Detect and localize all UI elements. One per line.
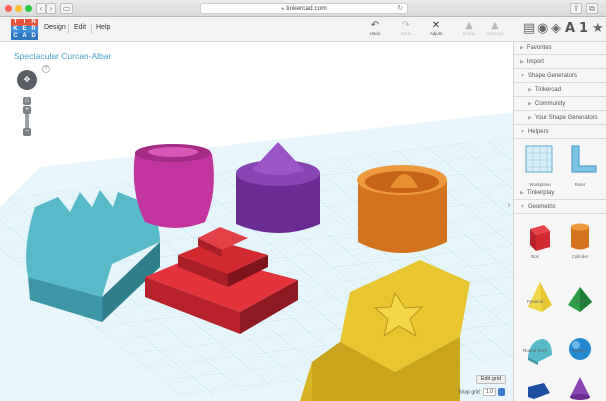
forward-button[interactable]: › <box>46 3 56 14</box>
expand-icon: ▶ <box>520 45 524 51</box>
zoom-window-button[interactable] <box>25 5 32 12</box>
redo-button[interactable]: ↷ Redo <box>395 20 417 36</box>
undo-icon: ↶ <box>370 20 380 31</box>
generator-tinkercad[interactable]: ▶ Tinkercad <box>514 84 606 97</box>
text-icon[interactable]: A <box>565 22 575 36</box>
browser-chrome: ‹ › ▭ ● tinkercad.com ↻ ⇪ ⧉ <box>0 0 606 17</box>
round-roof-label: Round Roof <box>522 348 548 353</box>
app-toolbar: T I N K E R C A D Design Edit Help ↶ Und… <box>0 17 606 42</box>
shapes-panel: ▶ Favorites ▶ Import ▼ Shape Generators ▶ Ti… <box>513 42 606 401</box>
collapse-panel-icon[interactable]: › <box>507 200 511 211</box>
collapse-icon: ▼ <box>520 129 525 135</box>
section-tinkerplay[interactable]: ▶ Tinkerplay <box>514 187 606 200</box>
box-icon[interactable]: ◈ <box>551 22 561 36</box>
ungroup-button[interactable]: ▲ Ungroup <box>484 20 506 36</box>
lock-icon: ● <box>281 6 285 12</box>
solid-icon[interactable]: ◉ <box>537 22 548 36</box>
menu-edit[interactable]: Edit <box>74 24 86 31</box>
back-button[interactable]: ‹ <box>36 3 46 14</box>
star-icon[interactable]: ★ <box>592 22 604 36</box>
group-button[interactable]: ▲ Group <box>458 20 480 36</box>
address-bar[interactable]: ● tinkercad.com ↻ <box>200 3 408 14</box>
pyramid-label: Pyramid <box>526 299 544 304</box>
expand-icon: ▶ <box>528 101 532 107</box>
workplane-canvas[interactable]: Spectacular Curcan-Albar ? ✥ ⌂ + − Edit … <box>0 42 513 401</box>
generator-community[interactable]: ▶ Community <box>514 98 606 111</box>
section-favorites[interactable]: ▶ Favorites <box>514 42 606 55</box>
generator-your-shape-generators[interactable]: ▶ Your Shape Generators <box>514 112 606 125</box>
expand-icon: ▶ <box>520 59 524 65</box>
dome-shape[interactable] <box>133 144 214 228</box>
redo-icon: ↷ <box>401 20 411 31</box>
close-window-button[interactable] <box>5 5 12 12</box>
section-shape-generators[interactable]: ▼ Shape Generators <box>514 70 606 83</box>
pyramid-shape-icon[interactable] <box>528 282 552 312</box>
orbit-control-icon[interactable]: ✥ <box>17 70 37 90</box>
snap-grid-control: Snap grid: 1.0 <box>458 387 505 396</box>
group-icon: ▲ <box>465 20 473 31</box>
home-view-button[interactable]: ⌂ <box>23 97 31 105</box>
workplane-helper-icon[interactable] <box>525 145 553 173</box>
section-import[interactable]: ▶ Import <box>514 56 606 69</box>
sidebar-toggle-button[interactable]: ▭ <box>60 3 73 14</box>
tabs-button[interactable]: ⧉ <box>586 3 598 14</box>
ruler-helper-icon[interactable] <box>571 145 597 173</box>
expand-icon: ▶ <box>520 190 524 196</box>
box-shape-icon[interactable] <box>530 225 550 251</box>
snap-grid-stepper[interactable] <box>498 387 505 396</box>
snap-grid-value[interactable]: 1.0 <box>483 388 496 396</box>
expand-icon: ▶ <box>528 87 532 93</box>
menu-design[interactable]: Design <box>44 24 66 31</box>
help-icon[interactable]: ? <box>42 65 50 73</box>
section-helpers[interactable]: ▼ Helpers <box>514 126 606 139</box>
zoom-in-button[interactable]: + <box>23 106 31 114</box>
ungroup-icon: ▲ <box>491 20 499 31</box>
cone-shape-icon[interactable] <box>570 377 590 400</box>
section-geometric[interactable]: ▼ Geometric <box>514 201 606 214</box>
adjust-icon: ✕ <box>431 20 441 31</box>
tinkercad-logo[interactable]: T I N K E R C A D <box>11 19 38 40</box>
collapse-icon: ▼ <box>520 204 525 210</box>
adjust-button[interactable]: ✕ Adjust <box>425 20 447 36</box>
url-text: tinkercad.com <box>286 5 327 12</box>
helpers-thumbnails <box>525 145 597 173</box>
roof-label: Roof <box>575 299 585 304</box>
design-title[interactable]: Spectacular Curcan-Albar <box>14 51 111 61</box>
box-label: Box <box>531 254 539 259</box>
geometric-shapes-grid <box>528 223 592 400</box>
cylinder-shape-icon[interactable] <box>571 223 589 250</box>
cylinder-label: Cylinder <box>571 254 589 259</box>
app-window: { "browser": { "url": "tinkercad.com" },… <box>0 0 606 401</box>
number-icon[interactable]: 1 <box>579 22 588 36</box>
tube-shape[interactable] <box>357 165 447 253</box>
collapse-icon: ▼ <box>520 73 525 79</box>
snap-grid-label: Snap grid: <box>458 389 482 395</box>
polygon-shape-icon[interactable] <box>528 383 550 399</box>
expand-icon: ▶ <box>528 115 532 121</box>
undo-button[interactable]: ↶ Undo <box>364 20 386 36</box>
share-button[interactable]: ⇪ <box>570 3 582 14</box>
menu-help[interactable]: Help <box>96 24 110 31</box>
notes-icon[interactable]: ▤ <box>523 22 535 36</box>
zoom-out-button[interactable]: − <box>23 128 31 136</box>
edit-grid-button[interactable]: Edit grid <box>475 375 506 384</box>
menu-divider <box>68 24 69 34</box>
minimize-window-button[interactable] <box>15 5 22 12</box>
sphere-label: Sphere <box>572 348 588 353</box>
menu-divider <box>91 24 92 34</box>
workplane-scene[interactable] <box>0 42 513 401</box>
reload-icon[interactable]: ↻ <box>397 4 403 13</box>
